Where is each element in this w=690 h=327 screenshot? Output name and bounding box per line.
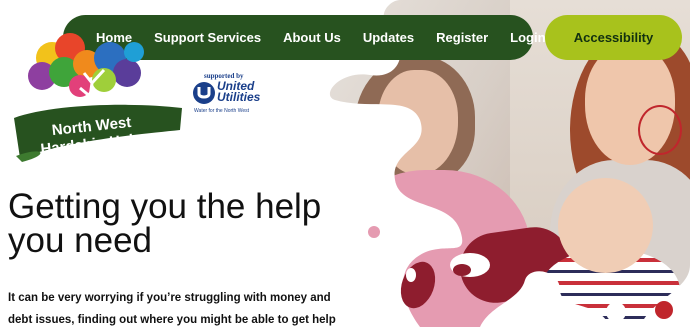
sponsor-tagline: Water for the North West bbox=[194, 108, 250, 114]
nav-about-us[interactable]: About Us bbox=[283, 30, 341, 45]
page-headline: Getting you the help you need bbox=[8, 187, 322, 260]
nav-updates[interactable]: Updates bbox=[363, 30, 414, 45]
nav-login[interactable]: Login bbox=[510, 30, 545, 45]
nav-register[interactable]: Register bbox=[436, 30, 488, 45]
sponsor-brand-name: United Utilities bbox=[217, 80, 261, 104]
united-utilities-sponsor-logo: supported by United Utilities Water for … bbox=[190, 72, 270, 120]
sponsor-brand-line2: Utilities bbox=[217, 90, 261, 104]
intro-paragraph: It can be very worrying if you’re strugg… bbox=[8, 292, 336, 326]
north-west-hardship-hub-logo[interactable]: North West Hardship Hub bbox=[12, 28, 187, 168]
accessibility-button[interactable]: Accessibility bbox=[545, 15, 682, 60]
united-utilities-icon bbox=[193, 82, 215, 104]
